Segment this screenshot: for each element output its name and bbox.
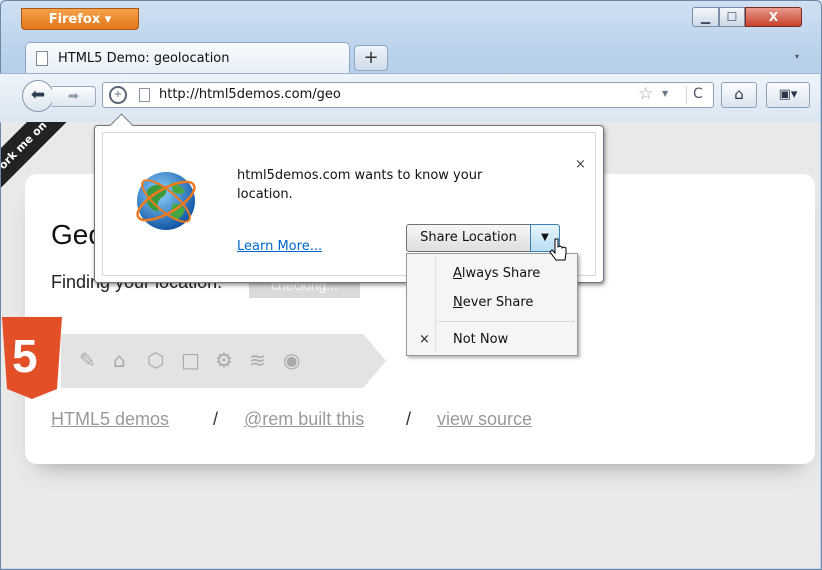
forward-button[interactable]: ➡: [52, 86, 96, 107]
offline-icon: ⌂: [113, 348, 126, 372]
bookmarks-button[interactable]: ▣▾: [766, 82, 810, 108]
back-arrow-icon: ⬅: [30, 85, 46, 105]
permission-message: html5demos.com wants to know your locati…: [237, 168, 483, 202]
close-window-button[interactable]: X: [745, 7, 802, 27]
html5-logo-mark: 5: [12, 330, 38, 382]
rem-built-this-link[interactable]: @rem built this: [244, 409, 364, 430]
html5-logo: 5: [2, 317, 62, 399]
share-location-button[interactable]: Share Location: [406, 224, 531, 252]
tab-list-icon[interactable]: ▾: [795, 52, 799, 61]
html5-demos-link[interactable]: HTML5 demos: [51, 409, 169, 430]
bookmark-star-icon[interactable]: ☆: [638, 84, 653, 104]
semantics-icon: ✎: [79, 348, 96, 372]
footer-separator: /: [406, 409, 412, 429]
tab-title: HTML5 Demo: geolocation: [58, 51, 230, 66]
html5-technology-bar: ✎ ⌂ ⬡ □ ⚙ ≋ ◉: [61, 334, 386, 388]
not-now-mark-icon: ×: [419, 332, 430, 347]
menu-item-always-share[interactable]: Always Share: [453, 266, 540, 281]
always-share-label: lways Share: [461, 266, 541, 281]
maximize-button[interactable]: ☐: [719, 7, 745, 27]
never-share-accesskey: N: [453, 295, 463, 310]
mouse-pointer-icon: [549, 238, 567, 261]
site-identity-icon[interactable]: [139, 88, 150, 102]
footer-separator: /: [213, 409, 219, 429]
menu-gutter: [435, 256, 436, 353]
address-bar[interactable]: + http://html5demos.com/geo ☆ ▼ C: [102, 82, 714, 108]
globe-icon: [136, 172, 196, 230]
performance-icon: ⚙: [215, 348, 233, 372]
history-dropdown-icon[interactable]: ▼: [662, 89, 668, 98]
tab-geolocation[interactable]: HTML5 Demo: geolocation: [25, 42, 350, 75]
url-text[interactable]: http://html5demos.com/geo: [159, 87, 341, 102]
share-options-menu: Always Share Never Share × Not Now: [406, 253, 578, 356]
menu-item-not-now[interactable]: Not Now: [453, 332, 508, 347]
multimedia-icon: ◉: [283, 348, 301, 372]
reload-icon[interactable]: C: [686, 86, 703, 104]
home-icon: ⌂: [734, 85, 744, 103]
styling-icon: ≋: [249, 348, 266, 372]
geolocation-icon[interactable]: +: [109, 86, 127, 104]
connectivity-icon: □: [181, 348, 200, 372]
learn-more-link[interactable]: Learn More...: [237, 239, 322, 254]
new-tab-button[interactable]: +: [354, 45, 388, 71]
device-access-icon: ⬡: [147, 348, 165, 372]
back-button[interactable]: ⬅: [22, 80, 54, 112]
menu-separator: [437, 321, 575, 322]
minimize-button[interactable]: ▁: [692, 7, 719, 27]
menu-item-never-share[interactable]: Never Share: [453, 295, 533, 310]
firefox-menu-label: Firefox: [48, 12, 101, 27]
back-forward-group: ⬅ ➡: [22, 80, 98, 112]
popup-close-icon[interactable]: ×: [575, 157, 586, 172]
bookmarks-icon: ▣▾: [778, 87, 798, 102]
view-source-link[interactable]: view source: [437, 409, 532, 430]
home-button[interactable]: ⌂: [721, 82, 757, 108]
never-share-label: ever Share: [462, 295, 534, 310]
forward-arrow-icon: ➡: [68, 89, 79, 104]
firefox-menu-button[interactable]: Firefox ▾: [21, 8, 139, 30]
always-share-accesskey: A: [453, 266, 462, 281]
page-icon: [36, 51, 48, 66]
